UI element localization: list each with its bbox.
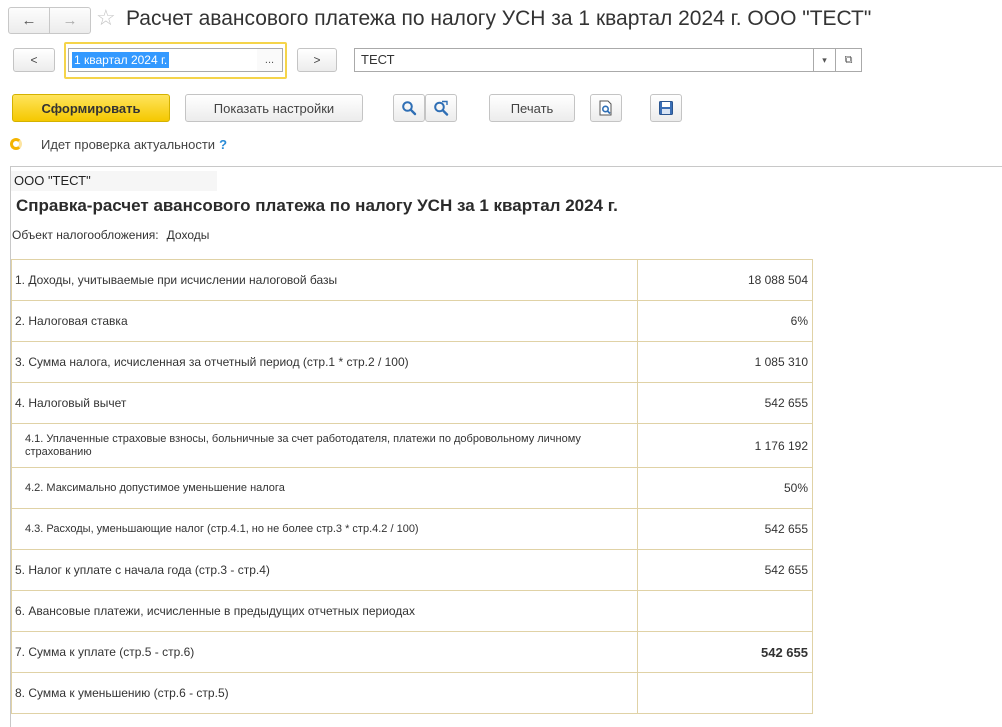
- row-label: 3. Сумма налога, исчисленная за отчетный…: [11, 341, 638, 383]
- table-row: 4.2. Максимально допустимое уменьшение н…: [11, 467, 813, 509]
- organization-field[interactable]: ТЕСТ: [354, 48, 814, 72]
- table-row: 3. Сумма налога, исчисленная за отчетный…: [11, 341, 813, 383]
- favorite-star-icon[interactable]: ☆: [96, 5, 116, 31]
- row-label: 8. Сумма к уменьшению (стр.6 - стр.5): [11, 672, 638, 714]
- row-value: 6%: [637, 300, 813, 342]
- organization-dropdown-button[interactable]: ▾: [814, 48, 836, 72]
- arrow-left-icon: ←: [21, 12, 37, 29]
- save-button[interactable]: [650, 94, 682, 122]
- row-label: 2. Налоговая ставка: [11, 300, 638, 342]
- row-label: 4.3. Расходы, уменьшающие налог (стр.4.1…: [11, 508, 638, 550]
- preview-button[interactable]: [590, 94, 622, 122]
- prev-period-button[interactable]: <: [13, 48, 55, 72]
- table-row: 5. Налог к уплате с начала года (стр.3 -…: [11, 549, 813, 591]
- generate-button[interactable]: Сформировать: [12, 94, 170, 122]
- chevron-down-icon: ▾: [822, 54, 827, 65]
- show-settings-button[interactable]: Показать настройки: [185, 94, 363, 122]
- row-value: 18 088 504: [637, 259, 813, 301]
- search-icon: [402, 101, 417, 116]
- print-button[interactable]: Печать: [489, 94, 575, 122]
- report-object-label: Объект налогообложения:: [12, 228, 159, 242]
- table-row: 4.3. Расходы, уменьшающие налог (стр.4.1…: [11, 508, 813, 550]
- table-row: 6. Авансовые платежи, исчисленные в пред…: [11, 590, 813, 632]
- report-organization: ООО "ТЕСТ": [11, 171, 217, 191]
- help-link[interactable]: ?: [219, 137, 227, 152]
- organization-open-button[interactable]: ⧉: [836, 48, 862, 72]
- row-label: 1. Доходы, учитываемые при исчислении на…: [11, 259, 638, 301]
- search-next-button[interactable]: [425, 94, 457, 122]
- report-title: Справка-расчет авансового платежа по нал…: [16, 196, 618, 215]
- arrow-right-icon: →: [62, 12, 78, 29]
- forward-button[interactable]: →: [49, 8, 90, 33]
- table-row: 4.1. Уплаченные страховые взносы, больни…: [11, 423, 813, 468]
- open-window-icon: ⧉: [844, 53, 853, 66]
- table-row: 7. Сумма к уплате (стр.5 - стр.6) 542 65…: [11, 631, 813, 673]
- row-label: 4.2. Максимально допустимое уменьшение н…: [11, 467, 638, 509]
- row-value: 542 655: [637, 549, 813, 591]
- row-label: 6. Авансовые платежи, исчисленные в пред…: [11, 590, 638, 632]
- table-row: 8. Сумма к уменьшению (стр.6 - стр.5): [11, 672, 813, 714]
- row-value: 1 085 310: [637, 341, 813, 383]
- row-value: 542 655: [637, 508, 813, 550]
- row-label: 7. Сумма к уплате (стр.5 - стр.6): [11, 631, 638, 673]
- next-period-button[interactable]: >: [297, 48, 337, 72]
- window-title: Расчет авансового платежа по налогу УСН …: [126, 7, 872, 30]
- row-value: [637, 672, 813, 714]
- search-next-icon: [434, 100, 449, 116]
- row-value: 50%: [637, 467, 813, 509]
- table-row: 1. Доходы, учитываемые при исчислении на…: [11, 259, 813, 301]
- report-object: Объект налогообложения: Доходы: [12, 228, 209, 242]
- back-button[interactable]: ←: [9, 8, 49, 33]
- loading-spinner-icon: [10, 138, 22, 150]
- row-value: 542 655: [637, 382, 813, 424]
- row-label: 5. Налог к уплате с начала года (стр.3 -…: [11, 549, 638, 591]
- report-object-value: Доходы: [166, 228, 210, 242]
- floppy-disk-icon: [659, 101, 673, 115]
- period-value: 1 квартал 2024 г.: [72, 52, 170, 68]
- table-row: 4. Налоговый вычет 542 655: [11, 382, 813, 424]
- table-row: 2. Налоговая ставка 6%: [11, 300, 813, 342]
- row-label: 4.1. Уплаченные страховые взносы, больни…: [11, 423, 638, 468]
- report-table: 1. Доходы, учитываемые при исчислении на…: [11, 259, 813, 714]
- row-value: 1 176 192: [637, 423, 813, 468]
- status-message: Идет проверка актуальности?: [41, 137, 227, 152]
- row-label: 4. Налоговый вычет: [11, 382, 638, 424]
- history-nav: ← →: [8, 7, 91, 34]
- preview-icon: [599, 100, 612, 116]
- search-button[interactable]: [393, 94, 425, 122]
- row-value: [637, 590, 813, 632]
- period-select-button[interactable]: ...: [257, 48, 283, 72]
- period-input[interactable]: 1 квартал 2024 г.: [68, 48, 258, 72]
- row-value-total: 542 655: [637, 631, 813, 673]
- status-text: Идет проверка актуальности: [41, 137, 216, 152]
